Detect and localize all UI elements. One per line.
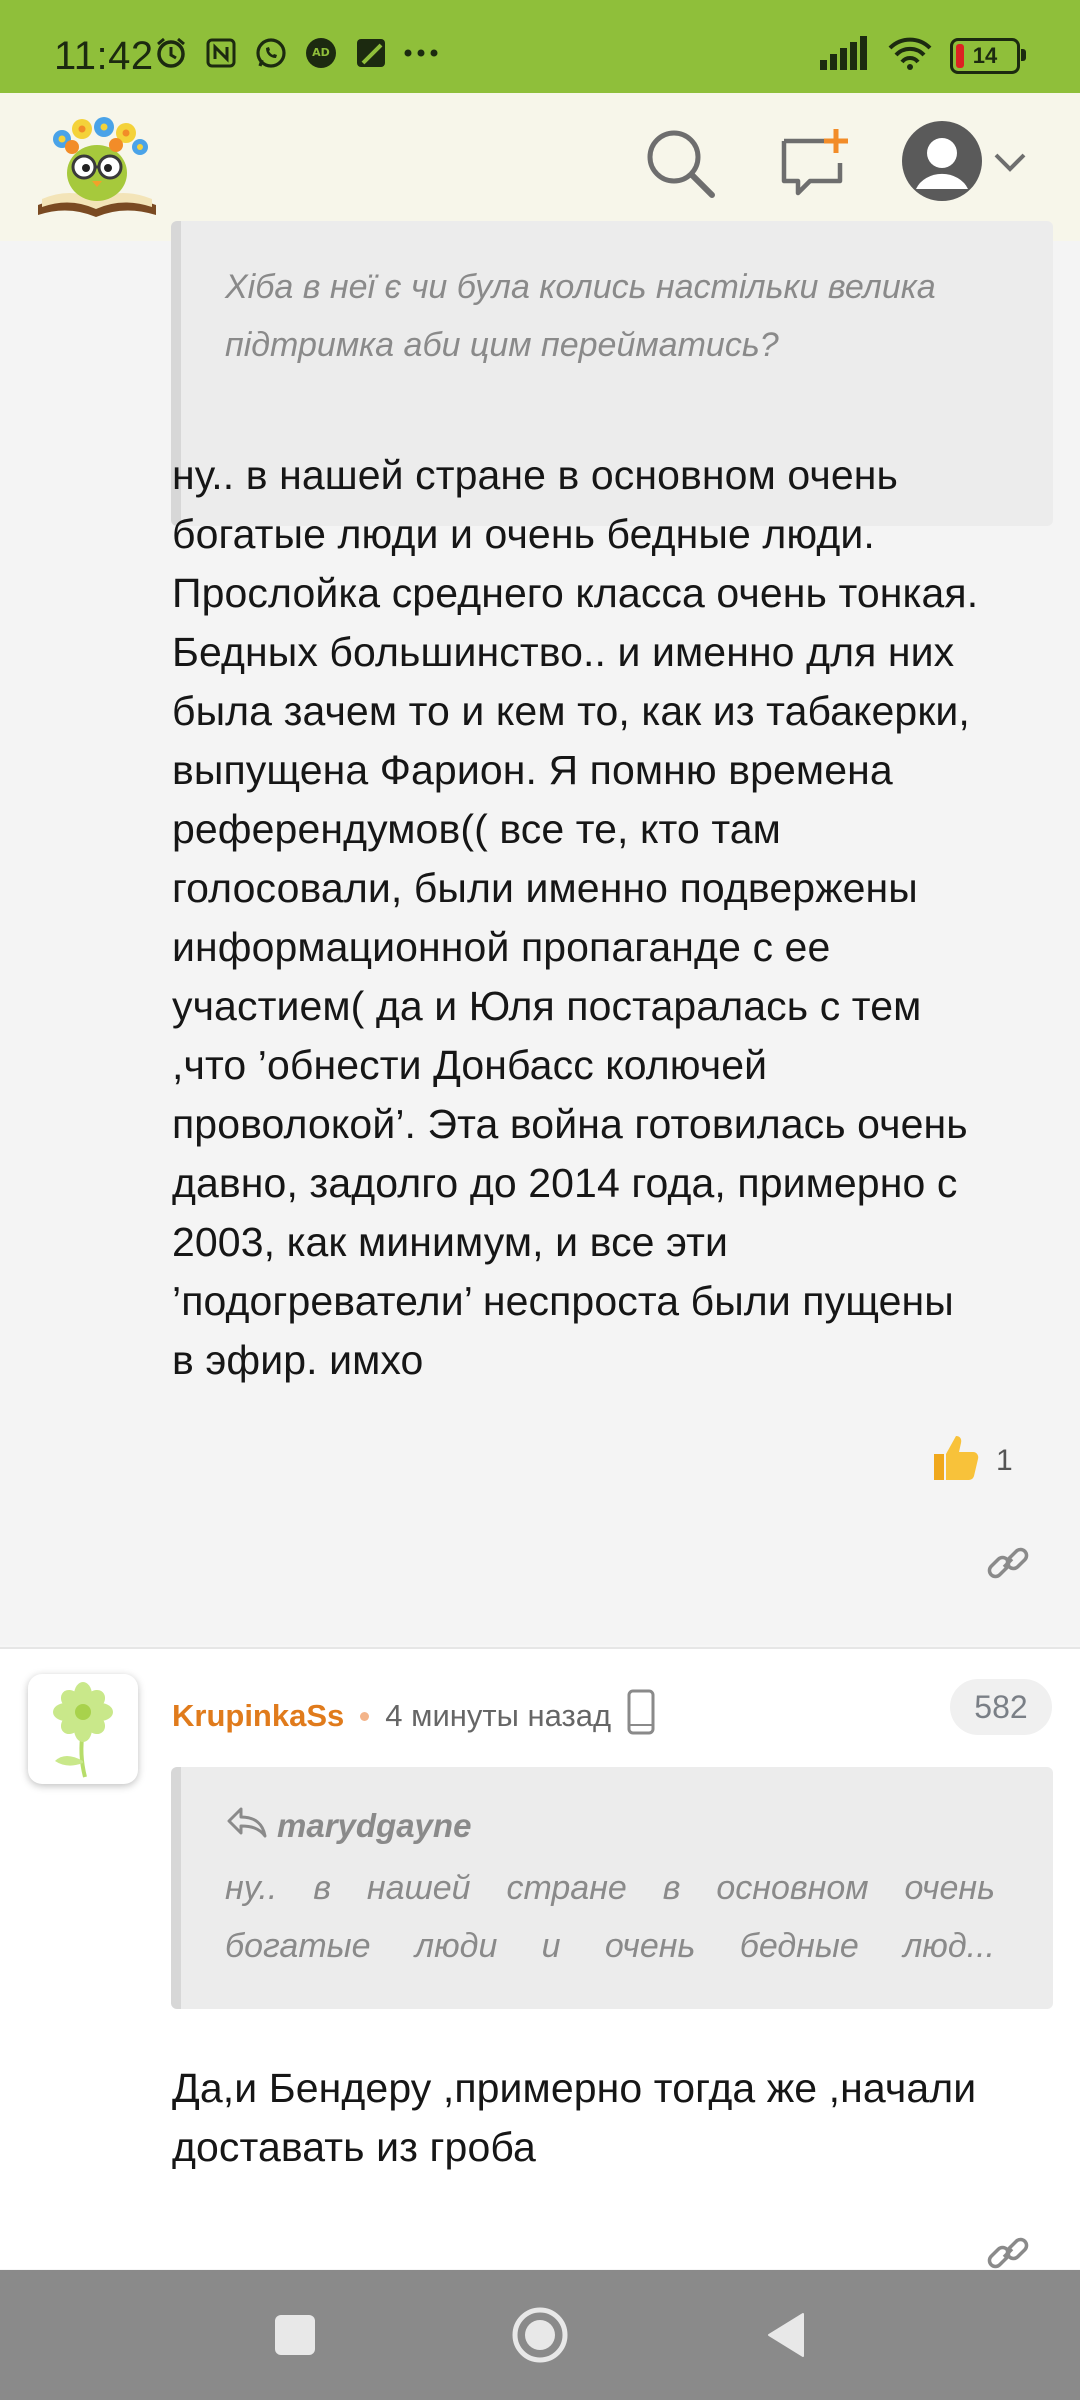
wifi-icon	[888, 36, 932, 75]
reply-arrow-icon	[225, 1805, 269, 1847]
comment-line: ну.. в нашей стране в основном очень	[172, 452, 898, 498]
home-button[interactable]	[505, 2300, 575, 2370]
comment-time: 4 минуты назад	[385, 1698, 612, 1733]
comment-body: ну.. в нашей стране в основном очень бог…	[172, 446, 1052, 1390]
user-avatar[interactable]	[900, 119, 984, 203]
more-icon	[402, 34, 440, 72]
comment-line: голосовали, были именно подвержены	[172, 865, 918, 911]
notification-icons: AD	[152, 34, 440, 72]
search-icon[interactable]	[640, 123, 720, 203]
chevron-down-icon[interactable]	[990, 143, 1030, 183]
username[interactable]: KrupinkaSs	[172, 1698, 344, 1734]
comment-line: Прослойка среднего класса очень тонкая.	[172, 570, 979, 616]
quote-text-line: Хіба в неї є чи була колись настільки ве…	[225, 268, 936, 306]
app-icon	[352, 34, 390, 72]
comment-line: Да,и Бендеру ,примерно тогда же ,начали	[172, 2065, 977, 2111]
user-avatar[interactable]	[28, 1674, 138, 1784]
comment-line: проволокой’. Эта война готовилась очень	[172, 1101, 968, 1147]
comment-body: Да,и Бендеру ,примерно тогда же ,начали …	[172, 2059, 1052, 2177]
user-rating-badge: 582	[950, 1679, 1052, 1735]
book-owl-logo[interactable]	[32, 109, 162, 225]
comment-meta: KrupinkaSs 4 минуты назад	[172, 1689, 655, 1743]
whatsapp-icon	[252, 34, 290, 72]
like-button[interactable]: 1	[928, 1431, 1038, 1491]
status-bar: 11:42 AD 14	[0, 0, 1080, 93]
battery-icon: 14	[950, 37, 1026, 74]
comment-line: богатые люди и очень бедные люди.	[172, 511, 875, 557]
comment-card: KrupinkaSs 4 минуты назад 582 marydgayne…	[0, 1647, 1080, 2269]
comment-line: давно, задолго до 2014 года, примерно с	[172, 1160, 958, 1206]
quoted-comment: marydgayne ну.. в нашей стране в основно…	[171, 1767, 1053, 2009]
comment-line: доставать из гроба	[172, 2124, 536, 2170]
quote-text-line: підтримка аби цим перейматись?	[225, 326, 779, 364]
link-icon[interactable]	[984, 1539, 1032, 1587]
quote-author-name[interactable]: marydgayne	[277, 1807, 471, 1845]
battery-level: 14	[972, 42, 998, 68]
adblock-icon: AD	[302, 34, 340, 72]
recents-button[interactable]	[260, 2300, 330, 2370]
alarm-icon	[152, 34, 190, 72]
new-post-icon[interactable]	[774, 123, 854, 203]
comment-line: Бедных большинство.. и именно для них	[172, 629, 955, 675]
comment-line: выпущена Фарион. Я помню времена	[172, 747, 893, 793]
quote-text-line: богатые люди и очень бедные люд...	[225, 1927, 995, 1965]
comment-card: Хіба в неї є чи була колись настільки ве…	[0, 221, 1080, 1645]
separator-dot	[360, 1711, 370, 1721]
like-count: 1	[996, 1444, 1013, 1477]
quote-text-line: ну.. в нашей стране в основном очень	[225, 1869, 995, 1907]
back-button[interactable]	[750, 2300, 820, 2370]
svg-text:AD: AD	[312, 46, 330, 59]
comment-line: в эфир. имхо	[172, 1337, 424, 1383]
comment-line: информационной пропаганде с ее	[172, 924, 831, 970]
quote-author: marydgayne	[225, 1805, 471, 1847]
system-icons: 14	[820, 36, 1026, 75]
comment-line: 2003, как минимум, и все эти	[172, 1219, 729, 1265]
mobile-device-icon	[627, 1689, 655, 1743]
comment-line: референдумов(( все те, кто там	[172, 806, 781, 852]
thumbs-up-icon	[928, 1430, 982, 1492]
comment-line: ’подогреватели’ неспроста были пущены	[172, 1278, 954, 1324]
comment-line: ,что ’обнести Донбасс колючей	[172, 1042, 768, 1088]
status-time: 11:42	[54, 34, 154, 78]
comment-line: была зачем то и кем то, как из табакерки…	[172, 688, 970, 734]
signal-icon	[820, 36, 870, 75]
comment-line: участием( да и Юля постаралась с тем	[172, 983, 922, 1029]
system-nav-bar	[0, 2270, 1080, 2400]
nfc-icon	[202, 34, 240, 72]
